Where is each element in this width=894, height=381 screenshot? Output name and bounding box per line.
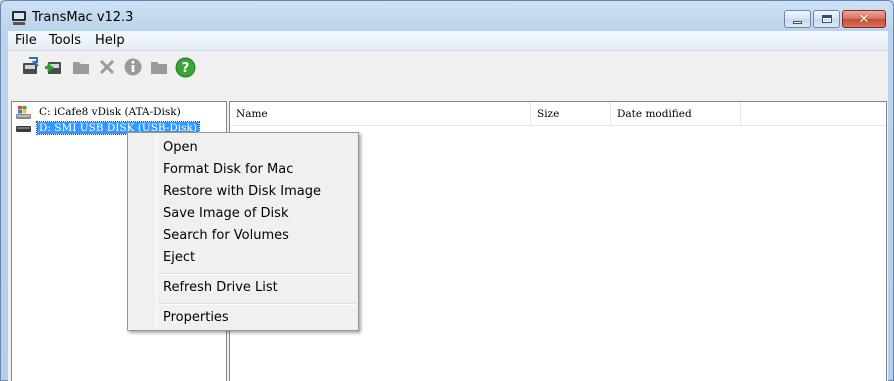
menu-item-save-image[interactable]: Save Image of Disk (130, 202, 356, 224)
menu-bar: File Tools Help (8, 31, 888, 51)
hard-drive-windows-icon (15, 105, 32, 120)
column-header-row: Name Size Date modified (230, 102, 886, 126)
minimize-icon (793, 20, 802, 24)
toolbar: ? (8, 52, 888, 100)
menu-item-eject[interactable]: Eject (130, 246, 356, 268)
new-folder-icon[interactable] (148, 56, 170, 78)
window-title: TransMac v12.3 (32, 10, 134, 25)
column-header-name[interactable]: Name (230, 102, 531, 125)
menu-item-refresh-drive-list[interactable]: Refresh Drive List (130, 276, 356, 298)
close-button[interactable]: ✕ (842, 10, 886, 28)
tree-item-drive-c[interactable]: C: iCafe8 vDisk (ATA-Disk) (15, 104, 183, 120)
context-menu: Open Format Disk for Mac Restore with Di… (127, 132, 359, 331)
menu-separator (158, 303, 356, 305)
title-bar[interactable]: TransMac v12.3 ✕ (1, 1, 893, 31)
help-icon[interactable]: ? (174, 56, 196, 78)
info-icon[interactable] (122, 56, 144, 78)
column-header-date-modified[interactable]: Date modified (611, 102, 741, 125)
app-icon[interactable] (11, 10, 27, 26)
window-controls: ✕ (784, 10, 886, 29)
menu-item-restore-image[interactable]: Restore with Disk Image (130, 180, 356, 202)
add-disk-icon[interactable] (43, 56, 65, 78)
tree-item-label: C: iCafe8 vDisk (ATA-Disk) (39, 106, 181, 118)
open-disk-icon[interactable] (20, 56, 42, 78)
menu-item-format-disk[interactable]: Format Disk for Mac (130, 158, 356, 180)
menu-file[interactable]: File (15, 33, 37, 48)
menu-item-properties[interactable]: Properties (130, 306, 356, 328)
minimize-button[interactable] (784, 10, 811, 28)
menu-separator (158, 273, 356, 275)
usb-drive-icon (15, 121, 32, 136)
maximize-button[interactable] (813, 10, 840, 28)
column-header-size[interactable]: Size (531, 102, 611, 125)
delete-icon[interactable] (96, 56, 118, 78)
menu-item-open[interactable]: Open (130, 136, 356, 158)
menu-help[interactable]: Help (95, 33, 125, 48)
svg-text:?: ? (181, 60, 189, 76)
menu-item-search-volumes[interactable]: Search for Volumes (130, 224, 356, 246)
menu-tools[interactable]: Tools (49, 33, 81, 48)
maximize-icon (821, 15, 832, 23)
close-icon: ✕ (858, 11, 870, 27)
folder-icon[interactable] (70, 56, 92, 78)
